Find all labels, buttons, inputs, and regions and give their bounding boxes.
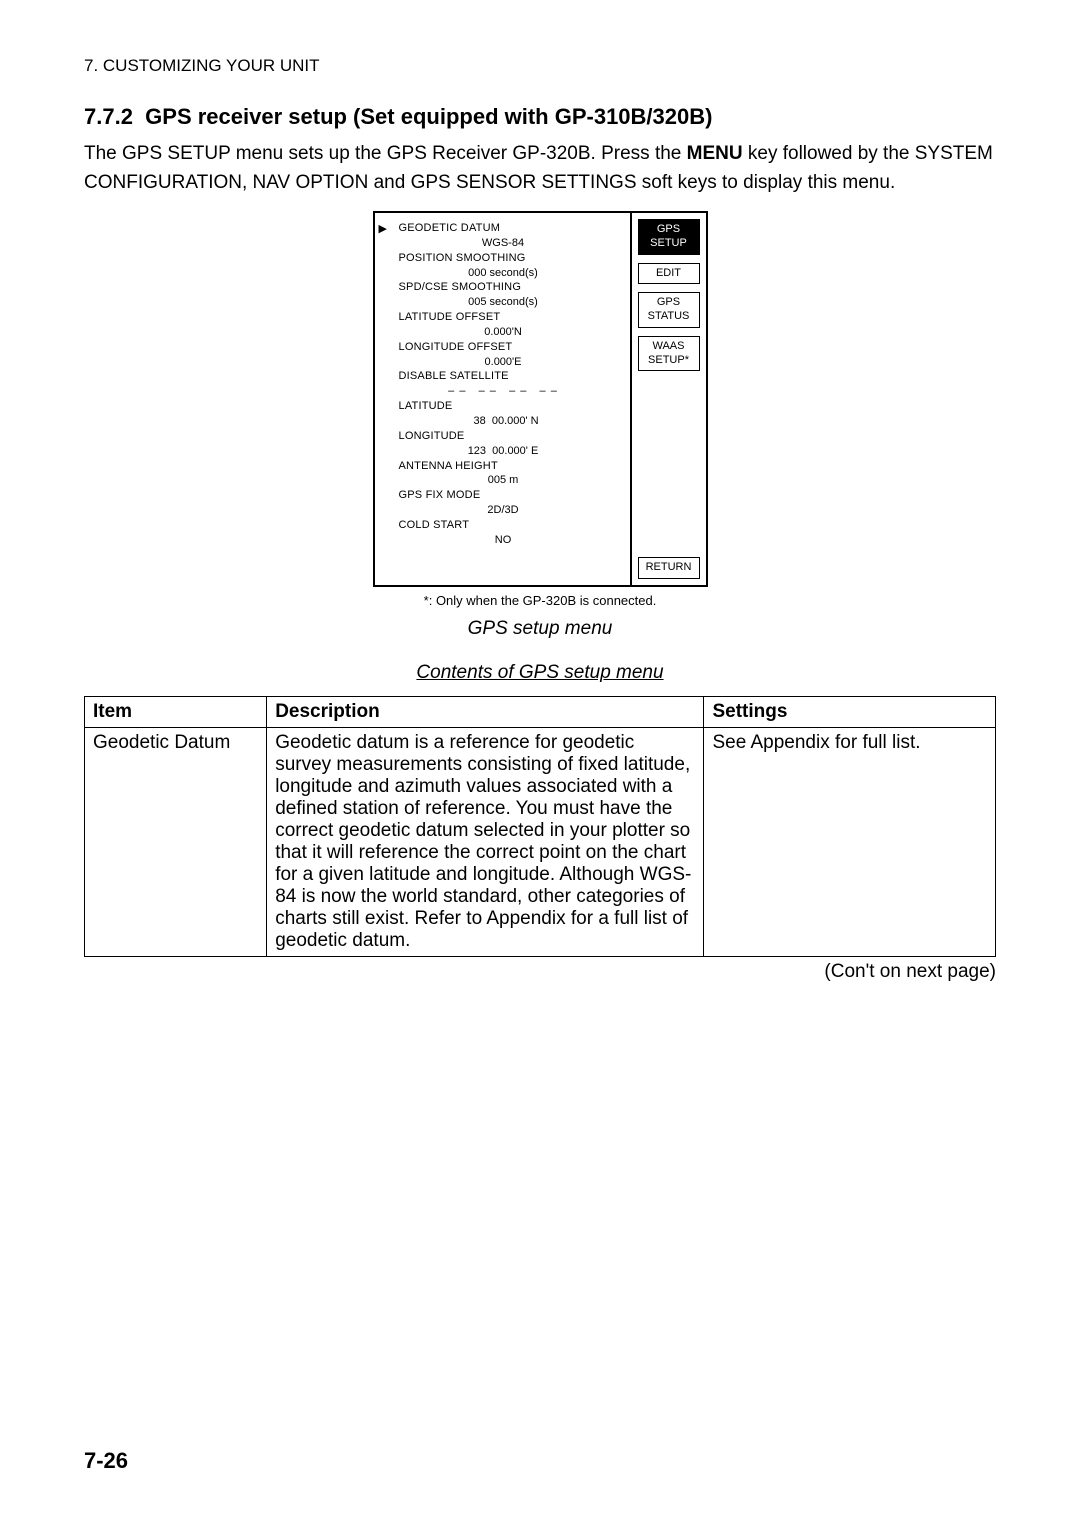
menu-list: ▶ GEODETIC DATUM WGS-84 POSITION SMOOTHI…	[375, 213, 630, 585]
menu-item-label: LONGITUDE OFFSET	[385, 340, 622, 355]
table-cell-item: Geodetic Datum	[85, 728, 267, 957]
menu-item-value: 005 m	[385, 473, 622, 488]
menu-item-value: 000 second(s)	[385, 266, 622, 281]
menu-item-value: 0.000'N	[385, 325, 622, 340]
gps-setup-menu-figure: ▶ GEODETIC DATUM WGS-84 POSITION SMOOTHI…	[373, 211, 708, 587]
contents-table: Item Description Settings Geodetic Datum…	[84, 696, 996, 957]
menu-item-label: POSITION SMOOTHING	[385, 251, 622, 266]
menu-item-label: LATITUDE OFFSET	[385, 310, 622, 325]
menu-item-value: 0.000'E	[385, 355, 622, 370]
table-header-description: Description	[267, 697, 704, 728]
table-header-row: Item Description Settings	[85, 697, 996, 728]
softkey-gps-setup[interactable]: GPS SETUP	[638, 219, 700, 255]
menu-key-bold: MENU	[687, 143, 743, 164]
heading: 7.7.2 GPS receiver setup (Set equipped w…	[84, 104, 996, 130]
menu-item-label: LONGITUDE	[385, 429, 622, 444]
menu-item-value: 123 00.000' E	[385, 444, 622, 459]
menu-item-value: 38 00.000' N	[385, 414, 622, 429]
menu-item-label: ANTENNA HEIGHT	[385, 459, 622, 474]
intro-text-a: The GPS SETUP menu sets up the GPS Recei…	[84, 143, 687, 164]
softkey-edit[interactable]: EDIT	[638, 263, 700, 285]
menu-item-value: NO	[385, 533, 622, 548]
page-number: 7-26	[84, 1448, 128, 1474]
continued-note: (Con't on next page)	[84, 961, 996, 983]
figure-caption: GPS setup menu	[84, 618, 996, 640]
intro-paragraph: The GPS SETUP menu sets up the GPS Recei…	[84, 140, 996, 197]
softkey-column: GPS SETUP EDIT GPS STATUS WAAS SETUP* RE…	[630, 213, 706, 585]
menu-item-label: LATITUDE	[385, 399, 622, 414]
table-cell-settings: See Appendix for full list.	[704, 728, 996, 957]
menu-item-label: GEODETIC DATUM	[385, 221, 622, 236]
menu-item-value: 2D/3D	[385, 503, 622, 518]
menu-item-label: DISABLE SATELLITE	[385, 369, 622, 384]
heading-title: GPS receiver setup (Set equipped with GP…	[145, 104, 712, 129]
softkey-waas-setup[interactable]: WAAS SETUP*	[638, 336, 700, 372]
menu-item-value: 005 second(s)	[385, 295, 622, 310]
menu-item-value: – – – – – – – –	[385, 384, 622, 399]
selection-arrow-icon: ▶	[379, 222, 387, 235]
table-title: Contents of GPS setup menu	[84, 662, 996, 684]
softkey-return[interactable]: RETURN	[638, 557, 700, 579]
table-header-item: Item	[85, 697, 267, 728]
heading-number: 7.7.2	[84, 104, 133, 129]
section-header: 7. CUSTOMIZING YOUR UNIT	[84, 56, 996, 76]
table-cell-description: Geodetic datum is a reference for geodet…	[267, 728, 704, 957]
menu-item-label: GPS FIX MODE	[385, 488, 622, 503]
figure-footnote: *: Only when the GP-320B is connected.	[84, 593, 996, 608]
softkey-gps-status[interactable]: GPS STATUS	[638, 292, 700, 328]
menu-item-label: SPD/CSE SMOOTHING	[385, 280, 622, 295]
menu-item-label: COLD START	[385, 518, 622, 533]
menu-item-value: WGS-84	[385, 236, 622, 251]
table-header-settings: Settings	[704, 697, 996, 728]
table-row: Geodetic Datum Geodetic datum is a refer…	[85, 728, 996, 957]
